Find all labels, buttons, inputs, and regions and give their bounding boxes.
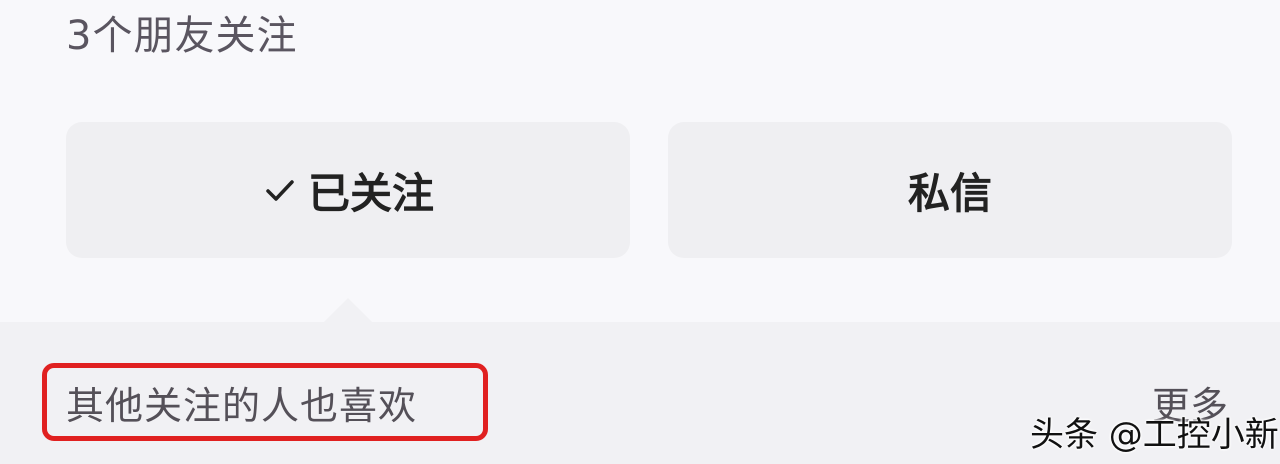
recommend-section-title: 其他关注的人也喜欢 <box>66 384 418 428</box>
followed-button[interactable]: 已关注 <box>66 122 630 258</box>
message-button-label: 私信 <box>907 168 992 218</box>
check-icon <box>266 180 294 201</box>
message-button[interactable]: 私信 <box>668 122 1232 258</box>
followed-button-label: 已关注 <box>307 168 434 218</box>
friends-follow-count: 3个朋友关注 <box>66 13 298 59</box>
watermark: 头条 @工控小新 <box>1030 415 1279 455</box>
